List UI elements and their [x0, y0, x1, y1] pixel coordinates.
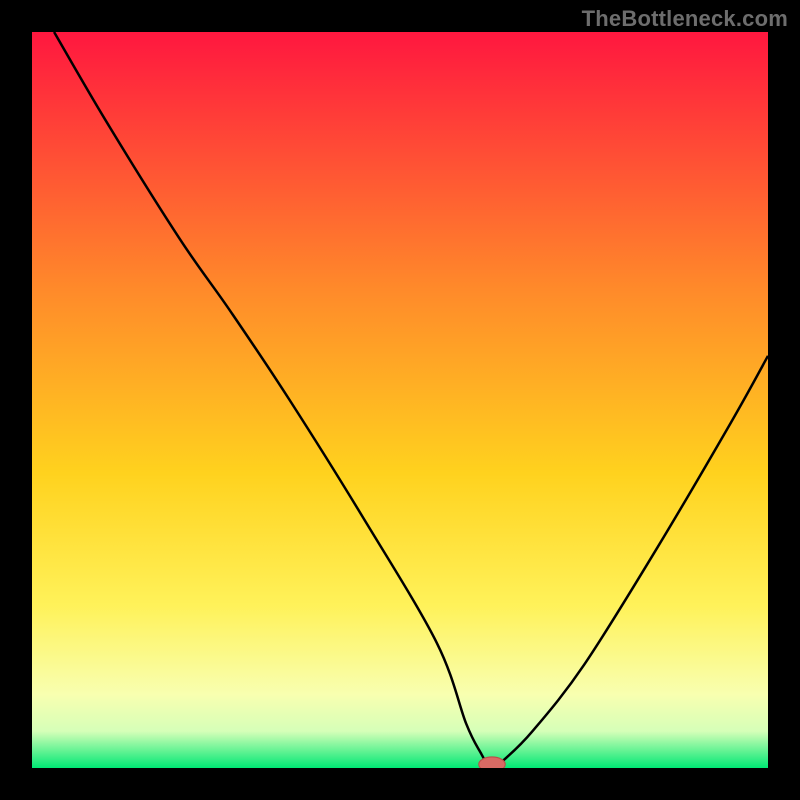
- gradient-background: [32, 32, 768, 768]
- optimal-marker: [479, 757, 505, 768]
- watermark-label: TheBottleneck.com: [582, 6, 788, 32]
- chart-frame: TheBottleneck.com: [0, 0, 800, 800]
- chart-svg: [32, 32, 768, 768]
- plot-area: [32, 32, 768, 768]
